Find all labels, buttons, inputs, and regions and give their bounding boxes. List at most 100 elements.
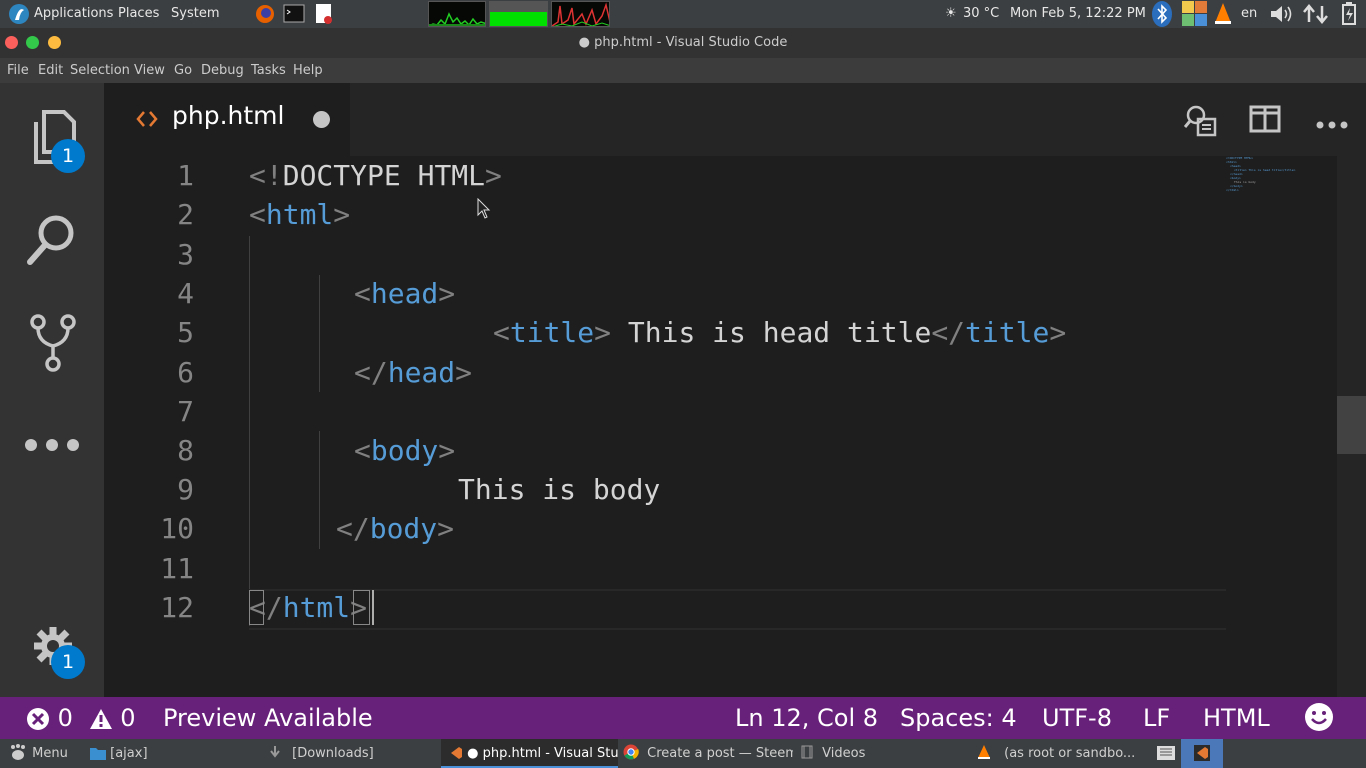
clock[interactable]: Mon Feb 5, 12:22 PM <box>1010 0 1146 28</box>
open-preview-button[interactable] <box>1183 103 1218 141</box>
line-number: 11 <box>160 552 194 585</box>
keyboard-layout-indicator[interactable]: en <box>1241 0 1257 28</box>
menu-go[interactable]: Go <box>174 58 192 83</box>
bracket-match-box <box>353 590 370 625</box>
archive-icon <box>1157 746 1175 760</box>
search-icon <box>27 215 74 265</box>
tab-php-html[interactable]: php.html <box>104 83 350 156</box>
more-actions-button[interactable] <box>1316 115 1348 134</box>
source-control-view-button[interactable] <box>0 288 104 388</box>
gnome-foot-icon <box>11 744 25 760</box>
taskbar-item-label: [ajax] <box>110 746 148 761</box>
menu-bar: File Edit Selection View Go Debug Tasks … <box>0 58 1366 83</box>
manage-settings-button[interactable]: 1 <box>0 603 104 697</box>
line-number: 7 <box>177 395 194 428</box>
line-number: 8 <box>177 434 194 467</box>
code-line: 8 <body> <box>104 431 1224 470</box>
warning-icon <box>89 709 112 729</box>
more-views-button[interactable] <box>0 395 104 495</box>
taskbar-item-label: (as root or sandbo... <box>1004 746 1136 761</box>
terminal-launcher-icon[interactable] <box>283 0 305 28</box>
end-of-line[interactable]: LF <box>1143 697 1170 739</box>
cursor-position[interactable]: Ln 12, Col 8 <box>735 697 878 739</box>
taskbar-item-videos[interactable]: Videos <box>800 739 970 768</box>
bottom-taskbar: Menu [ajax] [Downloads] ● php.html - Vis… <box>0 739 1366 768</box>
code-line: 4 <head> <box>104 274 1224 313</box>
vscode-icon <box>451 747 462 759</box>
code-line: 9 This is body <box>104 470 1224 509</box>
vlc-icon <box>978 745 990 759</box>
line-text: <html> <box>249 198 351 231</box>
mouse-pointer-icon <box>477 198 491 219</box>
taskbar-item-archive[interactable] <box>1156 739 1178 768</box>
bluetooth-icon[interactable] <box>1150 0 1174 28</box>
bracket-match-box <box>249 590 264 625</box>
line-number: 1 <box>177 159 194 192</box>
battery-icon[interactable] <box>1339 0 1359 28</box>
system-top-panel: Applications Places System ☀ 30 °C Mon F… <box>0 0 1366 28</box>
source-control-icon <box>30 314 76 372</box>
explorer-badge: 1 <box>51 139 85 173</box>
network-updown-icon[interactable] <box>1301 0 1331 28</box>
editor-tab-bar: php.html <box>104 83 1366 156</box>
taskbar-item-chrome[interactable]: Create a post — Steem... <box>623 739 793 768</box>
menu-debug[interactable]: Debug <box>201 58 244 83</box>
minimap-line: </html> <box>1226 188 1239 192</box>
taskbar-item-label: [Downloads] <box>292 746 374 761</box>
ellipsis-icon <box>25 439 79 451</box>
line-text: <title> This is head title</title> <box>493 316 1067 349</box>
memory-monitor-graph <box>489 1 548 27</box>
code-line: 12 </html> <box>104 588 1224 627</box>
line-number: 3 <box>177 238 194 271</box>
code-line: 3 <box>104 235 1224 274</box>
text-editor-launcher-icon[interactable] <box>313 0 335 28</box>
search-view-button[interactable] <box>0 188 104 288</box>
file-encoding[interactable]: UTF-8 <box>1042 697 1112 739</box>
preview-available-button[interactable]: Preview Available <box>163 697 373 739</box>
problems-indicator[interactable]: 0 0 <box>26 697 135 739</box>
taskbar-item-vscode-active[interactable] <box>1181 739 1223 768</box>
firefox-launcher-icon[interactable] <box>254 0 276 28</box>
error-count: 0 <box>57 704 73 732</box>
line-text: <head> <box>354 277 456 310</box>
taskbar-item-downloads[interactable]: [Downloads] <box>268 739 438 768</box>
system-menu[interactable]: System <box>171 0 219 28</box>
taskbar-item-ajax[interactable]: [ajax] <box>90 739 260 768</box>
code-line: 5 <title> This is head title</title> <box>104 313 1224 352</box>
window-titlebar[interactable]: ● php.html - Visual Studio Code <box>0 28 1366 58</box>
unsaved-dot-icon[interactable] <box>313 111 330 128</box>
weather-temperature[interactable]: 30 °C <box>963 0 999 28</box>
applications-menu[interactable]: Applications <box>34 0 113 28</box>
window-title: ● php.html - Visual Studio Code <box>578 35 788 50</box>
text-cursor <box>372 590 374 625</box>
vertical-scrollbar-thumb[interactable] <box>1337 396 1366 454</box>
taskbar-item-vlc-root[interactable]: (as root or sandbo... <box>976 739 1148 768</box>
split-editor-button[interactable] <box>1249 105 1281 137</box>
volume-icon[interactable] <box>1268 0 1296 28</box>
download-arrow-icon <box>270 746 280 758</box>
menu-help[interactable]: Help <box>293 58 323 83</box>
vlc-tray-icon[interactable] <box>1212 0 1234 28</box>
ellipsis-icon <box>1316 121 1348 129</box>
settings-badge: 1 <box>51 645 85 679</box>
language-mode[interactable]: HTML <box>1203 697 1270 739</box>
minimap[interactable]: <!DOCTYPE HTML> <html> <head> <title> This … <box>1224 156 1334 216</box>
menu-file[interactable]: File <box>7 58 29 83</box>
taskbar-item-label: ● php.html - Visual Stu... <box>467 746 618 761</box>
line-text: </html> <box>249 591 368 624</box>
indentation-setting[interactable]: Spaces: 4 <box>900 697 1017 739</box>
distro-logo-icon[interactable] <box>8 0 30 28</box>
menu-edit[interactable]: Edit <box>38 58 63 83</box>
places-menu[interactable]: Places <box>118 0 159 28</box>
menu-view[interactable]: View <box>134 58 165 83</box>
start-menu-button[interactable]: Menu <box>8 739 68 768</box>
explorer-view-button[interactable]: 1 <box>0 88 104 188</box>
menu-selection[interactable]: Selection <box>70 58 130 83</box>
chrome-icon <box>623 744 639 760</box>
code-editor[interactable]: 1 <!DOCTYPE HTML> 2 <html> 3 4 <head> 5 … <box>104 156 1366 697</box>
menu-tasks[interactable]: Tasks <box>251 58 286 83</box>
office-applet-icon[interactable] <box>1181 0 1209 28</box>
taskbar-item-vscode[interactable]: ● php.html - Visual Stu... <box>441 739 618 768</box>
preview-icon <box>1183 105 1217 137</box>
feedback-button[interactable] <box>1304 702 1334 738</box>
